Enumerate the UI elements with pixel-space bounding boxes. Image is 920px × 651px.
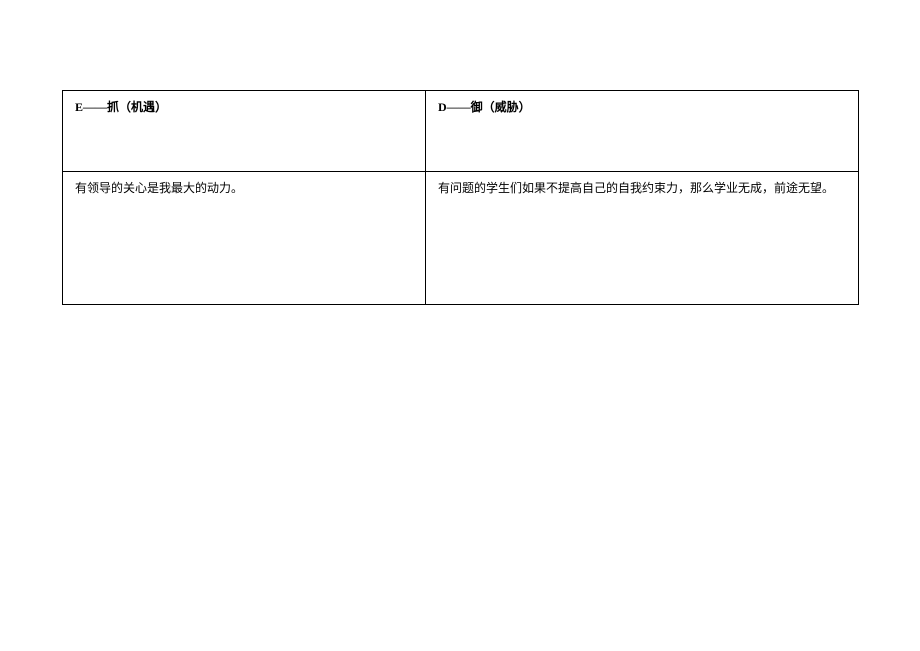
header-threat: D——御（威胁） (426, 91, 859, 172)
table-body-row: 有领导的关心是我最大的动力。 有问题的学生们如果不提高自己的自我约束力，那么学业… (63, 172, 859, 305)
table-header-row: E——抓（机遇） D——御（威胁） (63, 91, 859, 172)
header-threat-label: D——御（威胁） (438, 100, 531, 114)
header-opportunity: E——抓（机遇） (63, 91, 426, 172)
cell-opportunity-text: 有领导的关心是我最大的动力。 (75, 181, 243, 195)
cell-threat-text: 有问题的学生们如果不提高自己的自我约束力，那么学业无成，前途无望。 (438, 181, 834, 195)
cell-opportunity: 有领导的关心是我最大的动力。 (63, 172, 426, 305)
cell-threat: 有问题的学生们如果不提高自己的自我约束力，那么学业无成，前途无望。 (426, 172, 859, 305)
swot-table: E——抓（机遇） D——御（威胁） 有领导的关心是我最大的动力。 有问题的学生们… (62, 90, 859, 305)
header-opportunity-label: E——抓（机遇） (75, 100, 167, 114)
